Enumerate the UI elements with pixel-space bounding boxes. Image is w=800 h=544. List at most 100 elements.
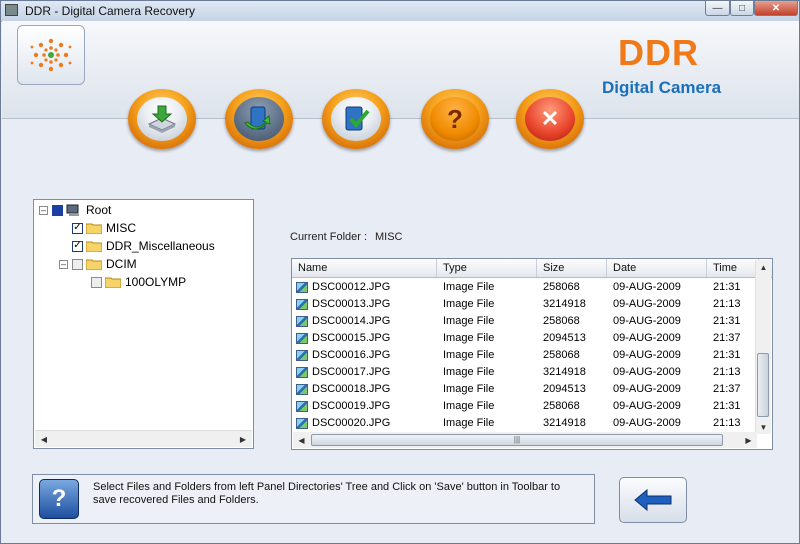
close-window-button[interactable]: ✕	[754, 1, 798, 16]
collapse-icon[interactable]: –	[59, 259, 68, 269]
tree-node-ddr-misc[interactable]: ✓ DDR_Miscellaneous	[72, 238, 215, 254]
title-bar: DDR - Digital Camera Recovery — □ ✕	[1, 1, 799, 22]
column-header-time[interactable]: Time	[707, 259, 759, 277]
file-cell-time: 21:37	[713, 332, 741, 344]
scroll-thumb[interactable]: |||	[311, 434, 723, 446]
file-row[interactable]: DSC00013.JPG Image File 3214918 09-AUG-2009…	[292, 296, 758, 313]
tree-checkbox-checked[interactable]: ✓	[72, 222, 83, 234]
back-button[interactable]	[619, 477, 687, 523]
scroll-left-icon[interactable]: ◀	[294, 433, 309, 447]
tree-node-root[interactable]: – Root	[39, 202, 111, 218]
image-file-icon	[296, 418, 308, 429]
exit-button[interactable]: ✕	[516, 89, 584, 149]
tree-checkbox-checked[interactable]: ✓	[72, 240, 83, 252]
app-logo	[17, 25, 85, 85]
file-cell-time: 21:31	[713, 349, 741, 361]
file-cell-time: 21:31	[713, 400, 741, 412]
file-cell-size: 258068	[543, 400, 580, 412]
file-cell-size: 258068	[543, 315, 580, 327]
column-header-date[interactable]: Date	[607, 259, 707, 277]
image-file-icon	[296, 316, 308, 327]
minimize-icon: —	[712, 2, 723, 14]
question-mark-icon: ?	[447, 103, 463, 134]
sparkle-logo-icon	[30, 38, 72, 72]
column-header-name[interactable]: Name	[292, 259, 437, 277]
file-cell-type: Image File	[443, 366, 495, 378]
file-cell-name: DSC00016.JPG	[312, 349, 391, 361]
file-row[interactable]: DSC00015.JPG Image File 2094513 09-AUG-2009…	[292, 330, 758, 347]
column-header-size[interactable]: Size	[537, 259, 607, 277]
file-cell-date: 09-AUG-2009	[613, 298, 681, 310]
save-disk-icon	[147, 105, 177, 133]
scroll-up-icon[interactable]: ▲	[756, 260, 771, 274]
file-row[interactable]: DSC00018.JPG Image File 2094513 09-AUG-2009…	[292, 381, 758, 398]
file-cell-date: 09-AUG-2009	[613, 281, 681, 293]
close-x-icon: ✕	[540, 106, 560, 131]
save-button[interactable]	[128, 89, 196, 149]
minimize-button[interactable]: —	[705, 1, 730, 16]
file-cell-size: 258068	[543, 281, 580, 293]
tree-node-misc[interactable]: ✓ MISC	[72, 220, 136, 236]
file-row[interactable]: DSC00016.JPG Image File 258068 09-AUG-2009 2…	[292, 347, 758, 364]
file-cell-type: Image File	[443, 332, 495, 344]
file-cell-type: Image File	[443, 383, 495, 395]
file-row[interactable]: DSC00020.JPG Image File 3214918 09-AUG-2009…	[292, 415, 758, 432]
tree-checkbox-partial[interactable]	[52, 204, 63, 216]
file-cell-name: DSC00012.JPG	[312, 281, 391, 293]
file-cell-date: 09-AUG-2009	[613, 315, 681, 327]
file-cell-time: 21:31	[713, 315, 741, 327]
help-panel: ? Select Files and Folders from left Pan…	[32, 474, 595, 524]
help-button[interactable]: ?	[421, 89, 489, 149]
help-icon[interactable]: ?	[39, 479, 79, 519]
file-cell-type: Image File	[443, 400, 495, 412]
scroll-left-icon[interactable]: ◀	[36, 432, 52, 446]
file-cell-size: 2094513	[543, 383, 586, 395]
maximize-icon: □	[738, 2, 746, 14]
file-row[interactable]: DSC00012.JPG Image File 258068 09-AUG-2009 2…	[292, 279, 758, 296]
file-list-horizontal-scrollbar[interactable]: ◀ ||| ▶	[293, 432, 757, 448]
file-cell-type: Image File	[443, 281, 495, 293]
window-title: DDR - Digital Camera Recovery	[25, 4, 196, 18]
scroll-down-icon[interactable]: ▼	[756, 420, 771, 434]
file-list-vertical-scrollbar[interactable]: ▲ ▼	[755, 260, 771, 434]
file-cell-date: 09-AUG-2009	[613, 332, 681, 344]
open-button[interactable]	[225, 89, 293, 149]
brand-name: DDR	[618, 32, 699, 73]
directory-tree[interactable]: – Root ✓ MISC ✓ DDR_Miscellaneous – DCIM…	[33, 199, 254, 449]
back-arrow-icon	[634, 489, 672, 511]
tree-node-100olymp[interactable]: 100OLYMP	[91, 274, 186, 290]
tree-node-label: Root	[86, 203, 112, 217]
file-cell-size: 3214918	[543, 366, 586, 378]
collapse-icon[interactable]: –	[39, 205, 48, 215]
file-row[interactable]: DSC00017.JPG Image File 3214918 09-AUG-2009…	[292, 364, 758, 381]
tree-checkbox-unchecked[interactable]	[91, 276, 102, 288]
file-cell-type: Image File	[443, 315, 495, 327]
file-cell-size: 2094513	[543, 332, 586, 344]
select-button[interactable]	[322, 89, 390, 149]
folder-icon	[86, 223, 102, 234]
image-file-icon	[296, 282, 308, 293]
file-cell-type: Image File	[443, 298, 495, 310]
image-file-icon	[296, 401, 308, 412]
tree-node-dcim[interactable]: – DCIM	[59, 256, 137, 272]
scroll-right-icon[interactable]: ▶	[741, 433, 756, 447]
open-folder-icon	[244, 106, 271, 130]
tree-node-label: DDR_Miscellaneous	[106, 239, 215, 253]
column-header-type[interactable]: Type	[437, 259, 537, 277]
file-cell-time: 21:13	[713, 298, 741, 310]
checkmark-icon	[345, 106, 370, 131]
maximize-button[interactable]: □	[730, 1, 754, 16]
file-cell-name: DSC00019.JPG	[312, 400, 391, 412]
file-list[interactable]: Name Type Size Date Time DSC00012.JPG Ima…	[291, 258, 773, 450]
tree-node-label: DCIM	[106, 257, 137, 271]
scroll-right-icon[interactable]: ▶	[235, 432, 251, 446]
current-folder-value: MISC	[375, 231, 403, 243]
file-row[interactable]: DSC00014.JPG Image File 258068 09-AUG-2009 2…	[292, 313, 758, 330]
tree-horizontal-scrollbar[interactable]: ◀ ▶	[35, 430, 252, 447]
scroll-thumb[interactable]	[757, 353, 769, 417]
file-row[interactable]: DSC00019.JPG Image File 258068 09-AUG-2009 2…	[292, 398, 758, 415]
current-folder-label: Current Folder :	[290, 231, 368, 243]
tree-checkbox-unchecked[interactable]	[72, 258, 83, 270]
file-cell-name: DSC00013.JPG	[312, 298, 391, 310]
file-cell-name: DSC00018.JPG	[312, 383, 391, 395]
